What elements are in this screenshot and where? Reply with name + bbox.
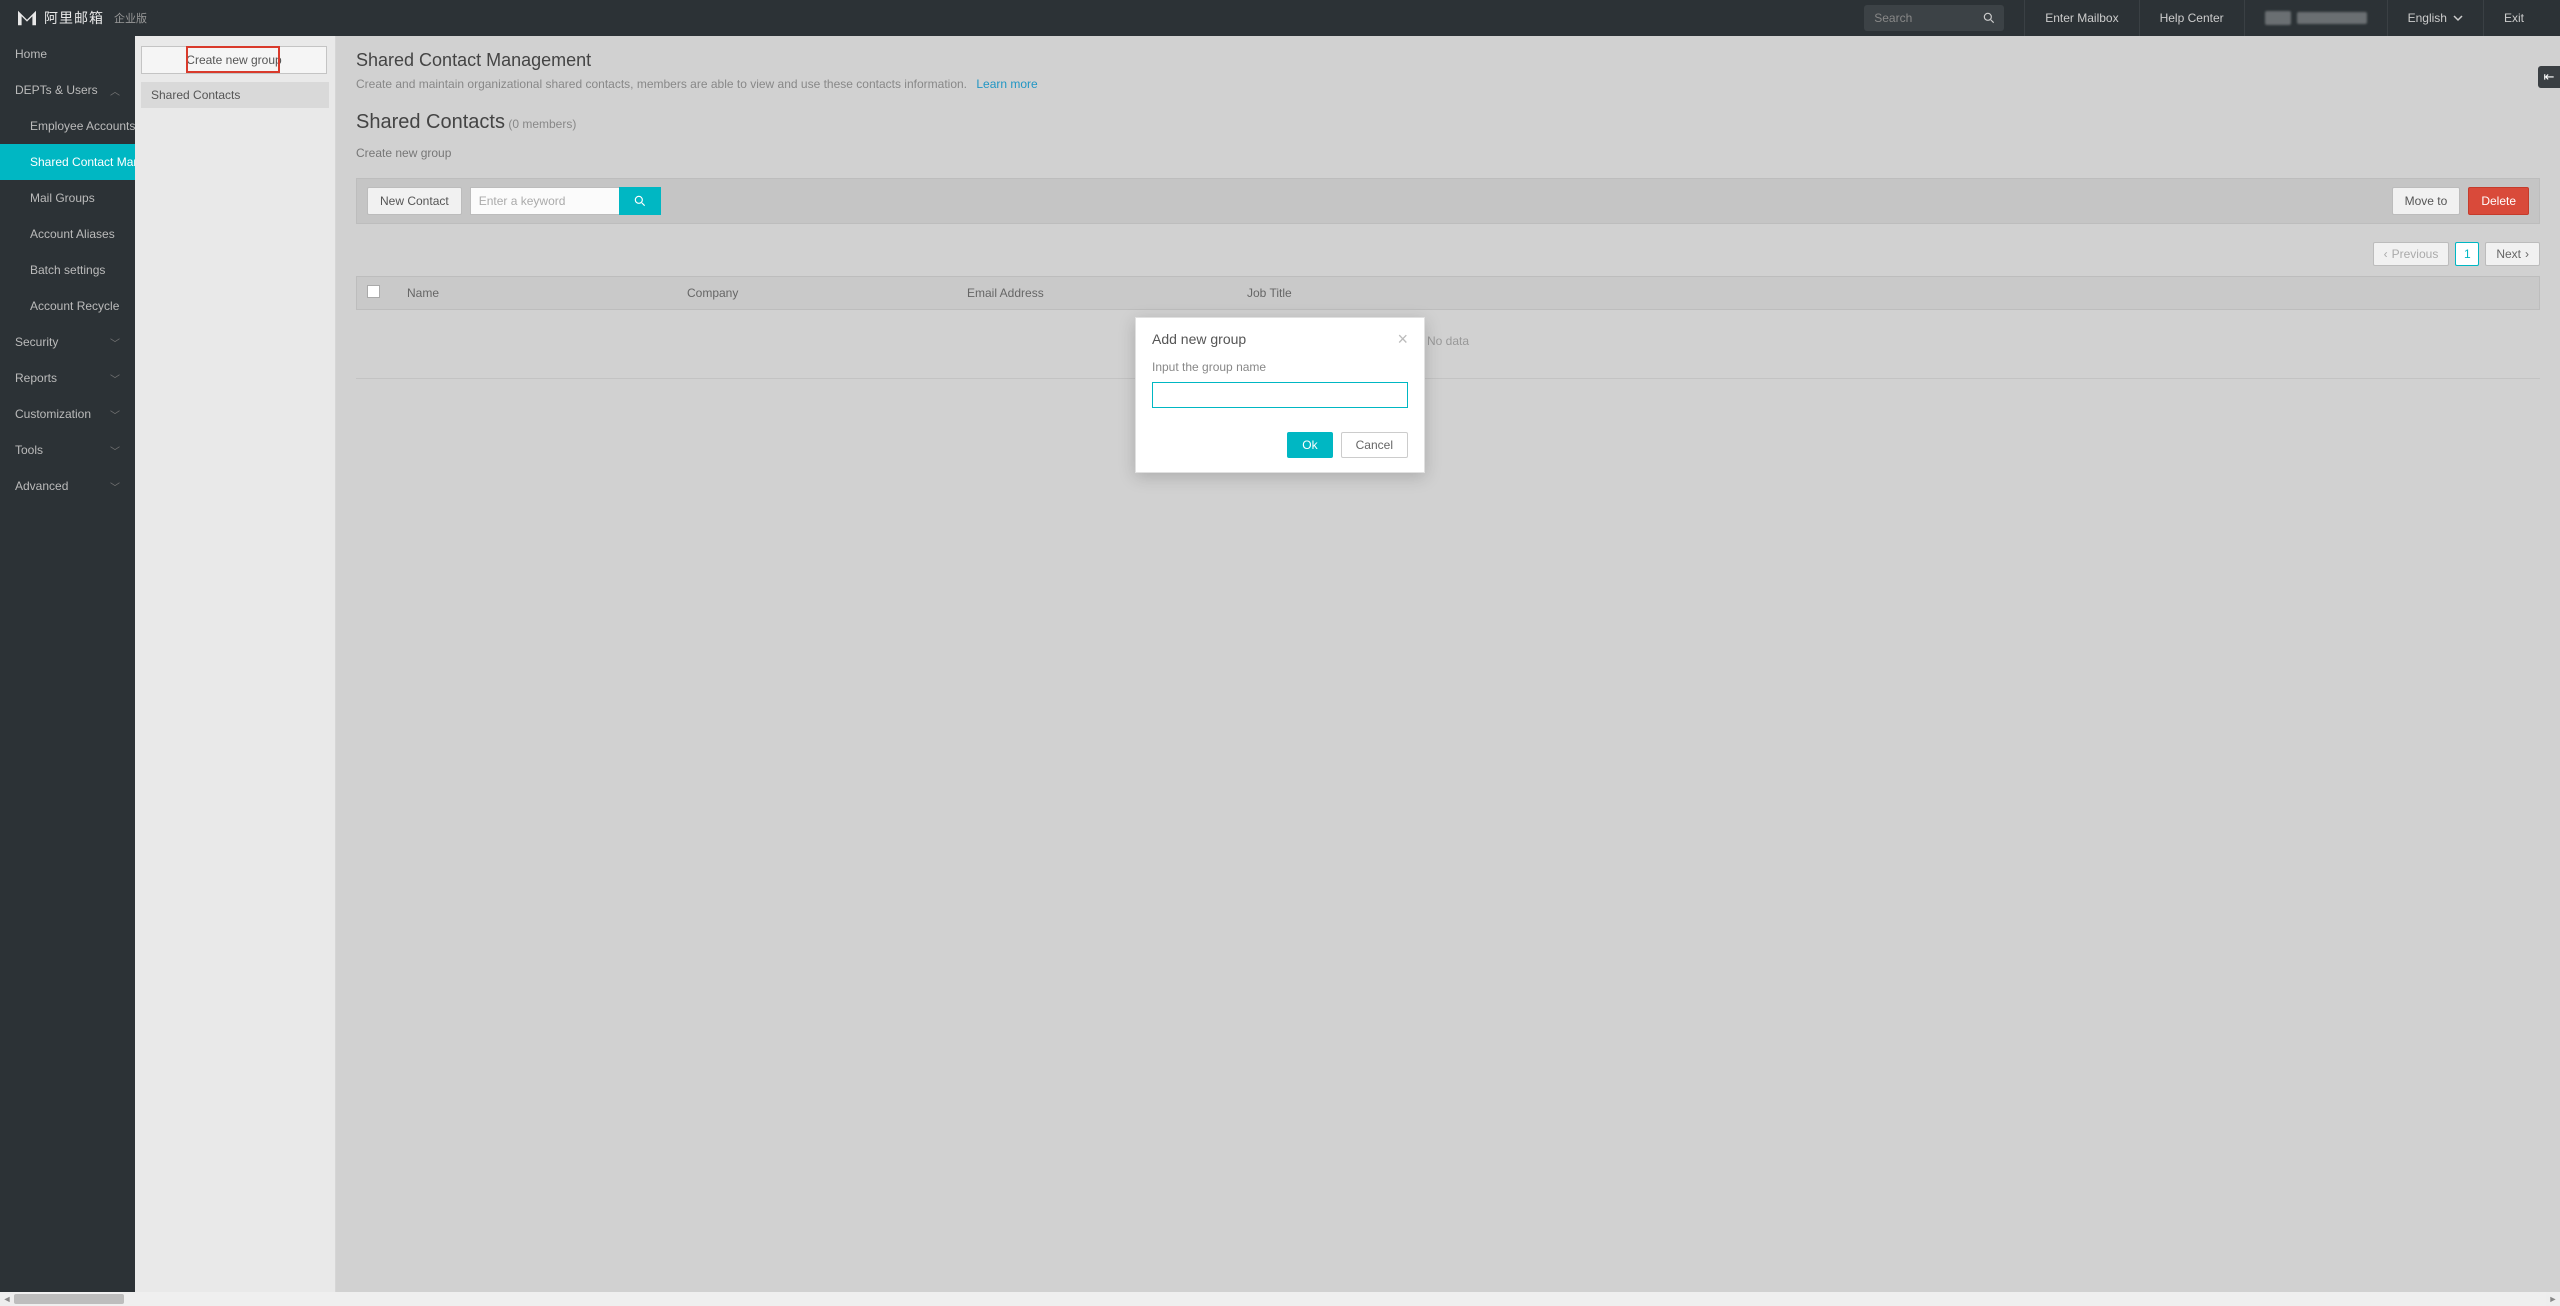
main-content: ⇤ Shared Contact Management Create and m… (336, 36, 2560, 1306)
page-description: Create and maintain organizational share… (356, 77, 2540, 91)
enter-mailbox-link[interactable]: Enter Mailbox (2024, 0, 2138, 36)
exit-link[interactable]: Exit (2483, 0, 2544, 36)
keyword-search-button[interactable] (619, 187, 661, 215)
sidebar-item-mail-groups[interactable]: Mail Groups (0, 180, 135, 216)
pager-page-1[interactable]: 1 (2455, 242, 2479, 266)
sidebar-item-tools[interactable]: Tools ﹀ (0, 432, 135, 468)
group-item-shared-contacts[interactable]: Shared Contacts (141, 82, 329, 108)
chevron-down-icon (2453, 13, 2463, 23)
logo-subtext: 企业版 (114, 10, 147, 26)
chevron-up-icon: ︿ (110, 83, 120, 98)
contacts-table-header: Name Company Email Address Job Title (356, 276, 2540, 310)
sidebar-item-security[interactable]: Security ﹀ (0, 324, 135, 360)
group-name-input[interactable] (1152, 382, 1408, 408)
th-email: Email Address (967, 286, 1247, 300)
pager-next-label: Next (2496, 247, 2521, 261)
language-label: English (2408, 11, 2447, 25)
scroll-thumb[interactable] (14, 1294, 124, 1304)
horizontal-scrollbar[interactable]: ◄ ► (0, 1292, 2560, 1306)
sidebar-item-employee-accounts[interactable]: Employee Accounts (0, 108, 135, 144)
search-button[interactable] (1974, 5, 2004, 31)
close-icon: × (1397, 329, 1408, 349)
contacts-toolbar: New Contact Move to Delete (356, 178, 2540, 224)
sidebar-item-label: Tools (15, 443, 43, 457)
sidebar-item-advanced[interactable]: Advanced ﹀ (0, 468, 135, 504)
logo-text: 阿里邮箱 (44, 8, 104, 28)
keyword-input[interactable] (470, 187, 620, 215)
sidebar-item-customization[interactable]: Customization ﹀ (0, 396, 135, 432)
collapse-icon: ⇤ (2544, 69, 2555, 85)
modal-input-label: Input the group name (1152, 360, 1408, 374)
sidebar-item-account-recycle[interactable]: Account Recycle (0, 288, 135, 324)
collapse-panel-button[interactable]: ⇤ (2538, 66, 2560, 88)
logo-icon (16, 9, 38, 27)
delete-button[interactable]: Delete (2468, 187, 2529, 215)
sidebar-item-shared-contact-management[interactable]: Shared Contact Management (0, 144, 135, 180)
sidebar-item-home[interactable]: Home (0, 36, 135, 72)
sidebar-item-label: Advanced (15, 479, 68, 493)
pager-previous[interactable]: ‹ Previous (2373, 242, 2450, 266)
scroll-track[interactable] (14, 1292, 2546, 1306)
chevron-down-icon: ﹀ (110, 407, 120, 422)
learn-more-link[interactable]: Learn more (976, 77, 1037, 91)
pagination: ‹ Previous 1 Next › (356, 242, 2540, 266)
scroll-left-arrow[interactable]: ◄ (0, 1292, 14, 1306)
search-input[interactable] (1864, 11, 1974, 25)
sidebar-item-label: Customization (15, 407, 91, 421)
chevron-down-icon: ﹀ (110, 479, 120, 494)
th-company: Company (687, 286, 967, 300)
chevron-down-icon: ﹀ (110, 335, 120, 350)
move-to-button[interactable]: Move to (2392, 187, 2461, 215)
chevron-right-icon: › (2525, 247, 2529, 261)
create-new-group-button[interactable]: Create new group (141, 46, 327, 74)
global-search (1864, 5, 2004, 31)
scroll-right-arrow[interactable]: ► (2546, 1292, 2560, 1306)
page-description-text: Create and maintain organizational share… (356, 77, 967, 91)
th-job: Job Title (1247, 286, 1447, 300)
add-new-group-modal: Add new group × Input the group name Ok … (1135, 317, 1425, 473)
sidebar-item-label: Security (15, 335, 58, 349)
help-center-link[interactable]: Help Center (2139, 0, 2244, 36)
sidebar-item-reports[interactable]: Reports ﹀ (0, 360, 135, 396)
chevron-down-icon: ﹀ (110, 371, 120, 386)
topbar: 阿里邮箱 企业版 Enter Mailbox Help Center Engli… (0, 0, 2560, 36)
contacts-member-count: (0 members) (508, 117, 576, 131)
select-all-checkbox[interactable] (367, 285, 380, 298)
modal-close-button[interactable]: × (1397, 330, 1408, 348)
user-name (2297, 12, 2367, 24)
sidebar-item-depts[interactable]: DEPTs & Users ︿ (0, 72, 135, 108)
group-panel: Create new group Shared Contacts (135, 36, 336, 1306)
page-title: Shared Contact Management (356, 50, 2540, 71)
sidebar-item-label: Reports (15, 371, 57, 385)
modal-cancel-button[interactable]: Cancel (1341, 432, 1408, 458)
sidebar-item-label: DEPTs & Users (15, 83, 98, 97)
chevron-down-icon: ﹀ (110, 443, 120, 458)
contacts-title: Shared Contacts (356, 111, 505, 133)
search-icon (1982, 11, 1996, 25)
breadcrumb: Create new group (356, 146, 2540, 160)
new-contact-button[interactable]: New Contact (367, 187, 462, 215)
no-data-message: No data (356, 310, 2540, 379)
pager-next[interactable]: Next › (2485, 242, 2540, 266)
search-icon (633, 194, 647, 208)
avatar (2265, 11, 2291, 25)
language-selector[interactable]: English (2387, 0, 2483, 36)
logo: 阿里邮箱 企业版 (16, 8, 147, 28)
sidebar: Home DEPTs & Users ︿ Employee Accounts S… (0, 36, 135, 1306)
create-new-group-label: Create new group (186, 53, 281, 67)
th-name: Name (407, 286, 687, 300)
modal-ok-button[interactable]: Ok (1287, 432, 1332, 458)
sidebar-item-account-aliases[interactable]: Account Aliases (0, 216, 135, 252)
chevron-left-icon: ‹ (2384, 247, 2388, 261)
sidebar-item-batch-settings[interactable]: Batch settings (0, 252, 135, 288)
user-menu[interactable] (2244, 0, 2387, 36)
modal-title: Add new group (1152, 331, 1246, 347)
pager-previous-label: Previous (2392, 247, 2439, 261)
